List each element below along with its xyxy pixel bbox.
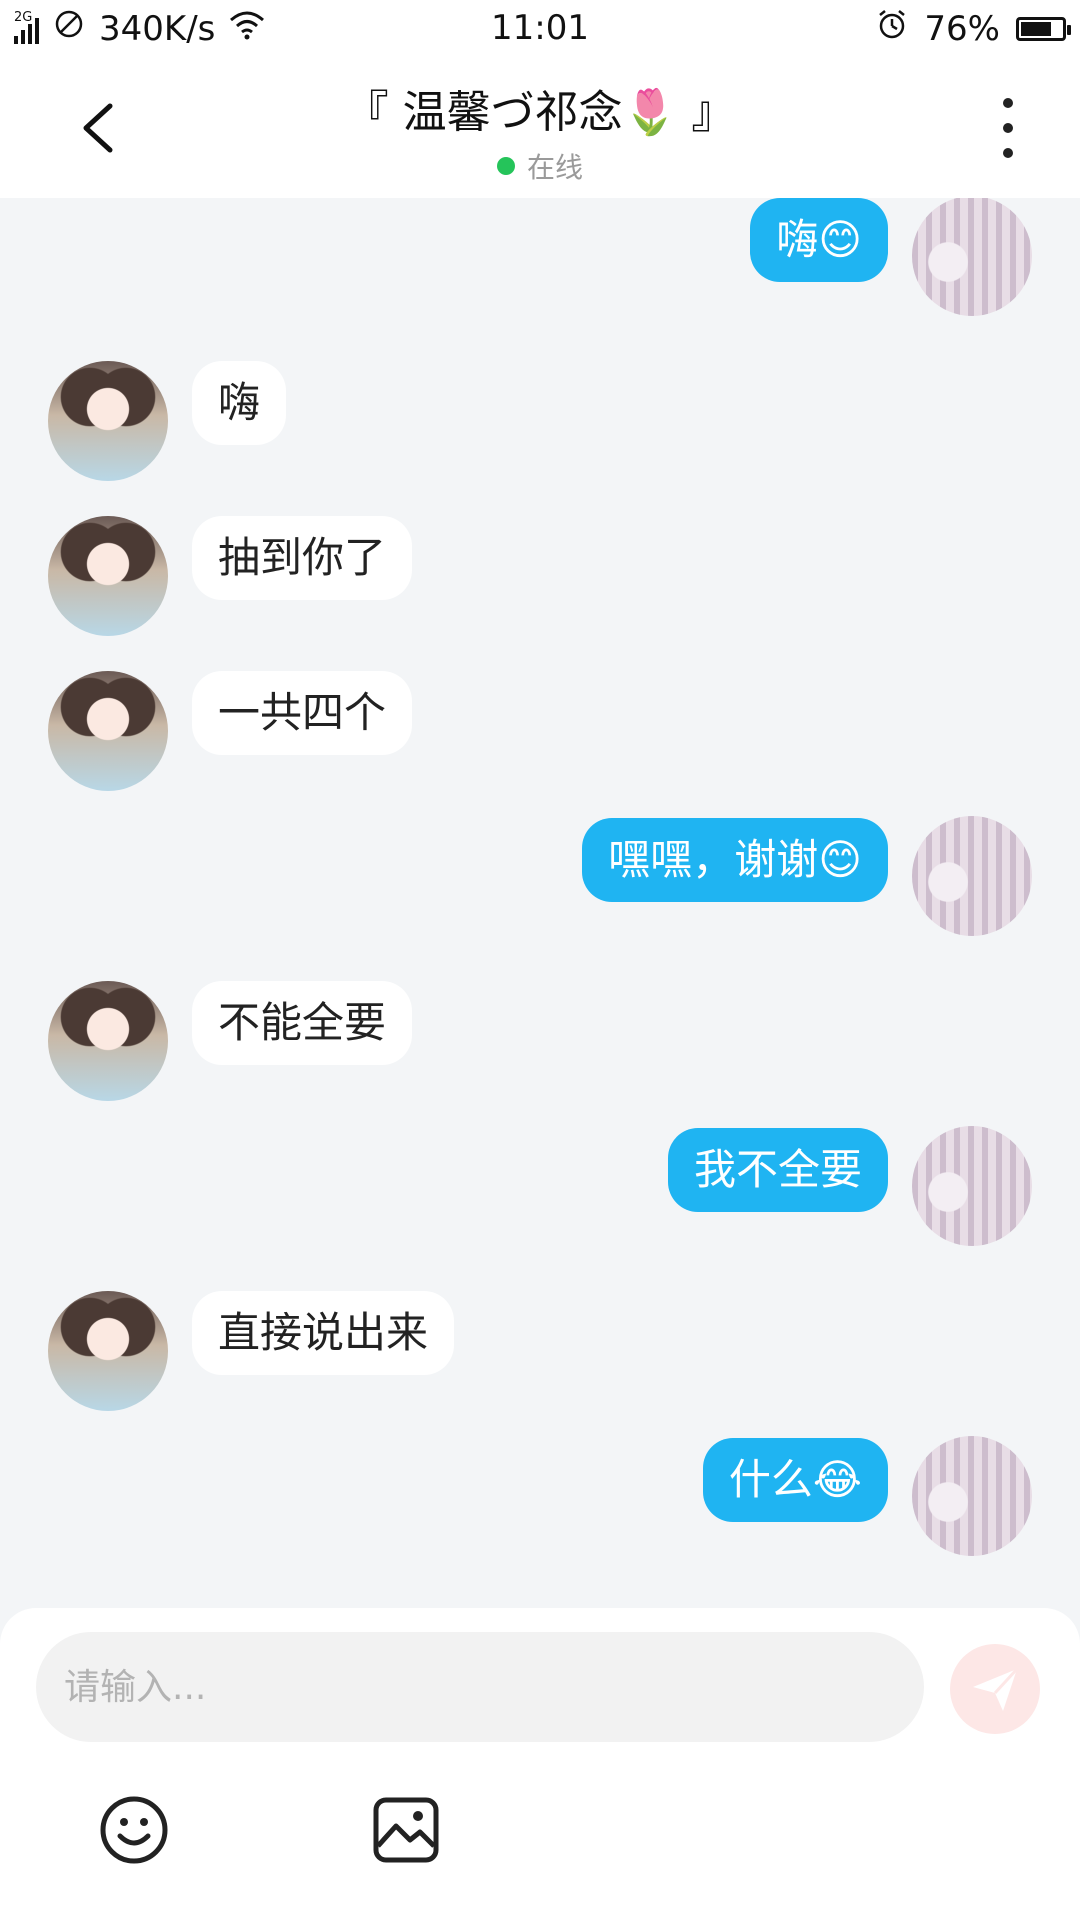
incoming-message-bubble[interactable]: 不能全要 [192,981,413,1065]
status-bar: 2G 340K/s 11:01 76% [0,0,1080,58]
message-row-right: 嗨😊 [0,198,1080,326]
message-row-left: 不能全要 [0,981,1080,1101]
incoming-message-bubble[interactable]: 抽到你了 [192,516,413,600]
message-list[interactable]: 嗨😊 嗨抽到你了一共四个嘿嘿，谢谢😊 不能全要我不全要直接说出来什么😂 [0,198,1080,1608]
title-block: 『 温馨づ祁念🌷 』 在线 [200,76,880,186]
online-status-label: 在线 [526,151,583,184]
message-row-left: 直接说出来 [0,1291,1080,1411]
send-button[interactable] [950,1644,1040,1734]
my-avatar[interactable] [912,1436,1032,1556]
battery-level [1021,21,1051,36]
emoji-icon [100,1796,168,1864]
incoming-message-bubble[interactable]: 直接说出来 [192,1291,455,1375]
send-icon [973,1667,1019,1711]
chat-screen: 2G 340K/s 11:01 76% 『 温馨づ祁念🌷 』 在线 嗨😊 嗨 抽… [0,0,1080,1920]
online-status: 在线 [496,146,583,186]
contact-avatar[interactable] [48,361,168,481]
my-avatar[interactable] [912,198,1032,316]
my-avatar[interactable] [912,1126,1032,1246]
my-avatar[interactable] [912,816,1032,936]
chat-header: 『 温馨づ祁念🌷 』 在线 [0,58,1080,198]
composer [0,1608,1080,1920]
chevron-left-icon [83,103,113,153]
message-row-left: 嗨 [0,361,1080,481]
message-row-right: 我不全要 [0,1126,1080,1256]
more-options-button[interactable] [988,98,1028,158]
message-input[interactable] [36,1632,924,1742]
contact-avatar[interactable] [48,981,168,1101]
image-button[interactable] [370,1794,442,1866]
outgoing-message-bubble[interactable]: 嗨😊 [750,198,888,282]
contact-name: 『 温馨づ祁念🌷 』 [344,87,736,138]
back-button[interactable] [70,100,126,156]
message-row-left: 抽到你了 [0,516,1080,636]
outgoing-message-bubble[interactable]: 我不全要 [667,1128,888,1212]
contact-avatar[interactable] [48,1291,168,1411]
image-icon [373,1797,439,1863]
online-dot [496,157,515,175]
battery-percent: 76% [924,8,1000,49]
message-row-right: 什么😂 [0,1436,1080,1566]
incoming-message-bubble[interactable]: 嗨 [192,361,287,445]
incoming-message-bubble[interactable]: 一共四个 [192,671,413,755]
more-vertical-icon [1003,98,1013,108]
outgoing-message-bubble[interactable]: 嘿嘿，谢谢😊 [582,818,888,902]
contact-avatar[interactable] [48,671,168,791]
status-right: 76% [876,8,1071,49]
contact-avatar[interactable] [48,516,168,636]
message-row-right: 嘿嘿，谢谢😊 [0,816,1080,946]
alarm-icon [876,8,908,49]
message-row-left: 一共四个 [0,671,1080,791]
battery-icon [1016,16,1071,41]
outgoing-message-bubble[interactable]: 什么😂 [702,1438,888,1522]
emoji-button[interactable] [98,1794,170,1866]
